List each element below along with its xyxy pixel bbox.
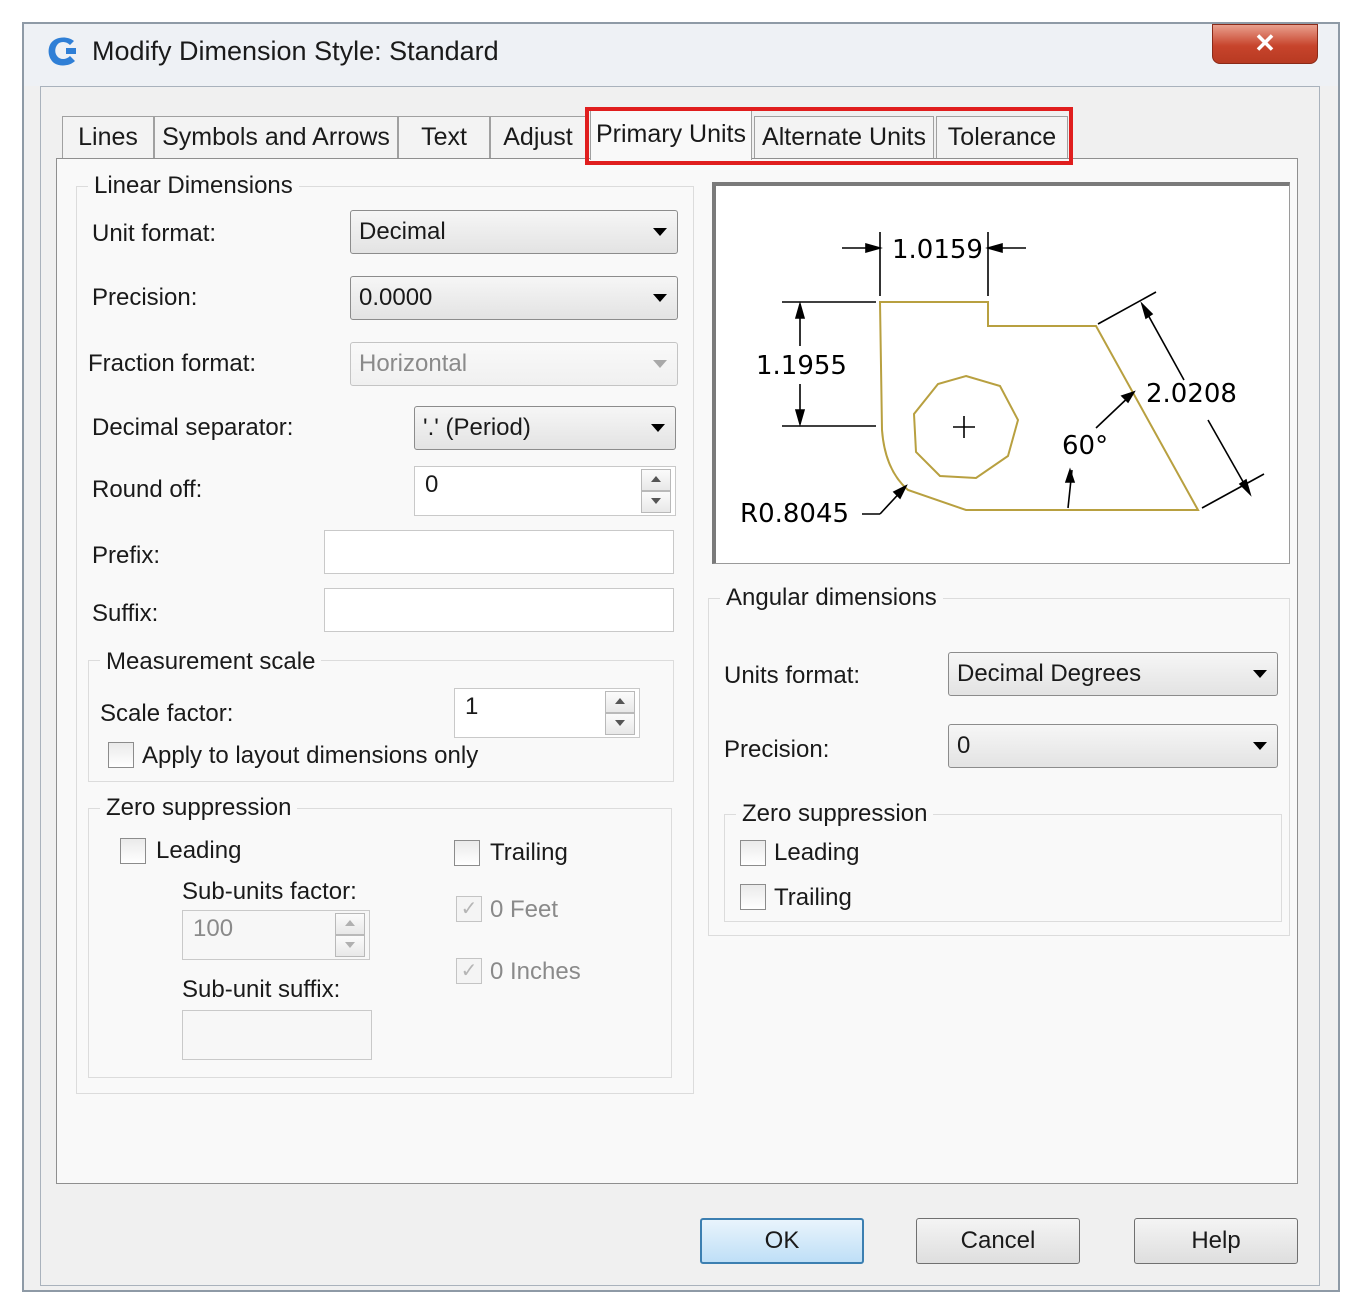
suffix-input[interactable] — [324, 588, 674, 632]
angular-dimensions-title: Angular dimensions — [720, 584, 943, 612]
linear-leading-label: Leading — [156, 837, 242, 864]
angular-trailing-label: Trailing — [774, 884, 852, 911]
angular-precision-label: Precision: — [724, 736, 830, 763]
preview-drawing: 1.0159 1.1955 2.0208 60° R0.8045 — [740, 232, 1265, 529]
zero-feet-label: 0 Feet — [490, 896, 559, 923]
linear-leading-checkbox[interactable] — [120, 838, 146, 864]
decimal-separator-value: '.' (Period) — [423, 414, 531, 441]
spin-down-icon[interactable] — [605, 713, 635, 735]
preview-dimensions — [782, 232, 1265, 515]
fraction-format-label: Fraction format: — [88, 350, 257, 377]
close-icon: ✕ — [1254, 28, 1276, 58]
scale-factor-stepper[interactable]: 1 — [454, 688, 640, 738]
linear-trailing-checkbox[interactable] — [454, 840, 480, 866]
round-off-label: Round off: — [92, 476, 203, 503]
zero-feet-checkbox: ✓ — [456, 896, 482, 922]
round-off-value: 0 — [425, 471, 439, 498]
chevron-down-icon — [653, 228, 667, 236]
zero-inches-label: 0 Inches — [490, 958, 581, 985]
spin-up-icon[interactable] — [641, 469, 671, 491]
tab-alternate-units[interactable]: Alternate Units — [754, 116, 934, 158]
angular-zero-suppression-title: Zero suppression — [736, 800, 934, 828]
linear-trailing-label: Trailing — [490, 839, 568, 866]
apply-layout-checkbox[interactable] — [108, 742, 134, 768]
angular-units-format-label: Units format: — [724, 662, 861, 689]
tab-tolerance[interactable]: Tolerance — [936, 116, 1068, 158]
unit-format-select[interactable]: Decimal — [350, 210, 678, 254]
unit-format-value: Decimal — [359, 218, 446, 245]
fraction-format-select: Horizontal — [350, 342, 678, 386]
apply-layout-label: Apply to layout dimensions only — [142, 742, 479, 769]
tab-lines[interactable]: Lines — [62, 116, 154, 158]
measurement-scale-title: Measurement scale — [100, 648, 322, 676]
chevron-down-icon — [653, 294, 667, 302]
dim-left-label: 1.1955 — [756, 351, 847, 381]
decimal-separator-label: Decimal separator: — [92, 414, 294, 441]
tab-adjust[interactable]: Adjust — [490, 116, 586, 158]
precision-label: Precision: — [92, 284, 198, 311]
dim-angle-label: 60° — [1062, 431, 1108, 461]
precision-select[interactable]: 0.0000 — [350, 276, 678, 320]
dimension-preview: 1.0159 1.1955 2.0208 60° R0.8045 — [712, 182, 1290, 564]
angular-precision-select[interactable]: 0 — [948, 724, 1278, 768]
precision-value: 0.0000 — [359, 284, 433, 311]
spin-up-icon[interactable] — [605, 691, 635, 713]
linear-zero-suppression-title: Zero suppression — [100, 794, 298, 822]
linear-dimensions-title: Linear Dimensions — [88, 172, 299, 200]
tab-text[interactable]: Text — [398, 116, 490, 158]
subunits-factor-stepper: 100 — [182, 910, 370, 960]
round-off-stepper[interactable]: 0 — [414, 466, 676, 516]
angular-trailing-checkbox[interactable] — [740, 884, 766, 910]
help-button[interactable]: Help — [1134, 1218, 1298, 1264]
dim-diagonal-label: 2.0208 — [1146, 379, 1237, 409]
angular-units-format-value: Decimal Degrees — [957, 660, 1142, 687]
angular-leading-label: Leading — [774, 839, 860, 866]
chevron-down-icon — [1253, 670, 1267, 678]
app-logo-icon — [48, 37, 76, 66]
scale-factor-value: 1 — [465, 693, 479, 720]
subunit-suffix-label: Sub-unit suffix: — [182, 976, 341, 1003]
decimal-separator-select[interactable]: '.' (Period) — [414, 406, 676, 450]
suffix-label: Suffix: — [92, 600, 159, 627]
tab-primary-units[interactable]: Primary Units — [590, 110, 752, 160]
close-button[interactable]: ✕ — [1212, 24, 1318, 64]
fraction-format-value: Horizontal — [359, 350, 468, 377]
zero-inches-checkbox: ✓ — [456, 958, 482, 984]
spin-down-icon[interactable] — [641, 491, 671, 513]
subunit-suffix-input — [182, 1010, 372, 1060]
tab-symbols-and-arrows[interactable]: Symbols and Arrows — [154, 116, 398, 158]
dim-radius-label: R0.8045 — [740, 499, 849, 529]
chevron-down-icon — [1253, 742, 1267, 750]
scale-factor-label: Scale factor: — [100, 700, 234, 727]
angular-leading-checkbox[interactable] — [740, 840, 766, 866]
chevron-down-icon — [653, 360, 667, 368]
angular-precision-value: 0 — [957, 732, 971, 759]
chevron-down-icon — [651, 424, 665, 432]
unit-format-label: Unit format: — [92, 220, 217, 247]
ok-button[interactable]: OK — [700, 1218, 864, 1264]
prefix-input[interactable] — [324, 530, 674, 574]
prefix-label: Prefix: — [92, 542, 161, 569]
angular-units-format-select[interactable]: Decimal Degrees — [948, 652, 1278, 696]
cancel-button[interactable]: Cancel — [916, 1218, 1080, 1264]
subunits-factor-value: 100 — [193, 915, 234, 942]
window-title: Modify Dimension Style: Standard — [92, 36, 499, 66]
spin-up-icon — [335, 913, 365, 935]
dim-top-label: 1.0159 — [892, 235, 983, 265]
spin-down-icon — [335, 935, 365, 957]
subunits-factor-label: Sub-units factor: — [182, 878, 357, 905]
